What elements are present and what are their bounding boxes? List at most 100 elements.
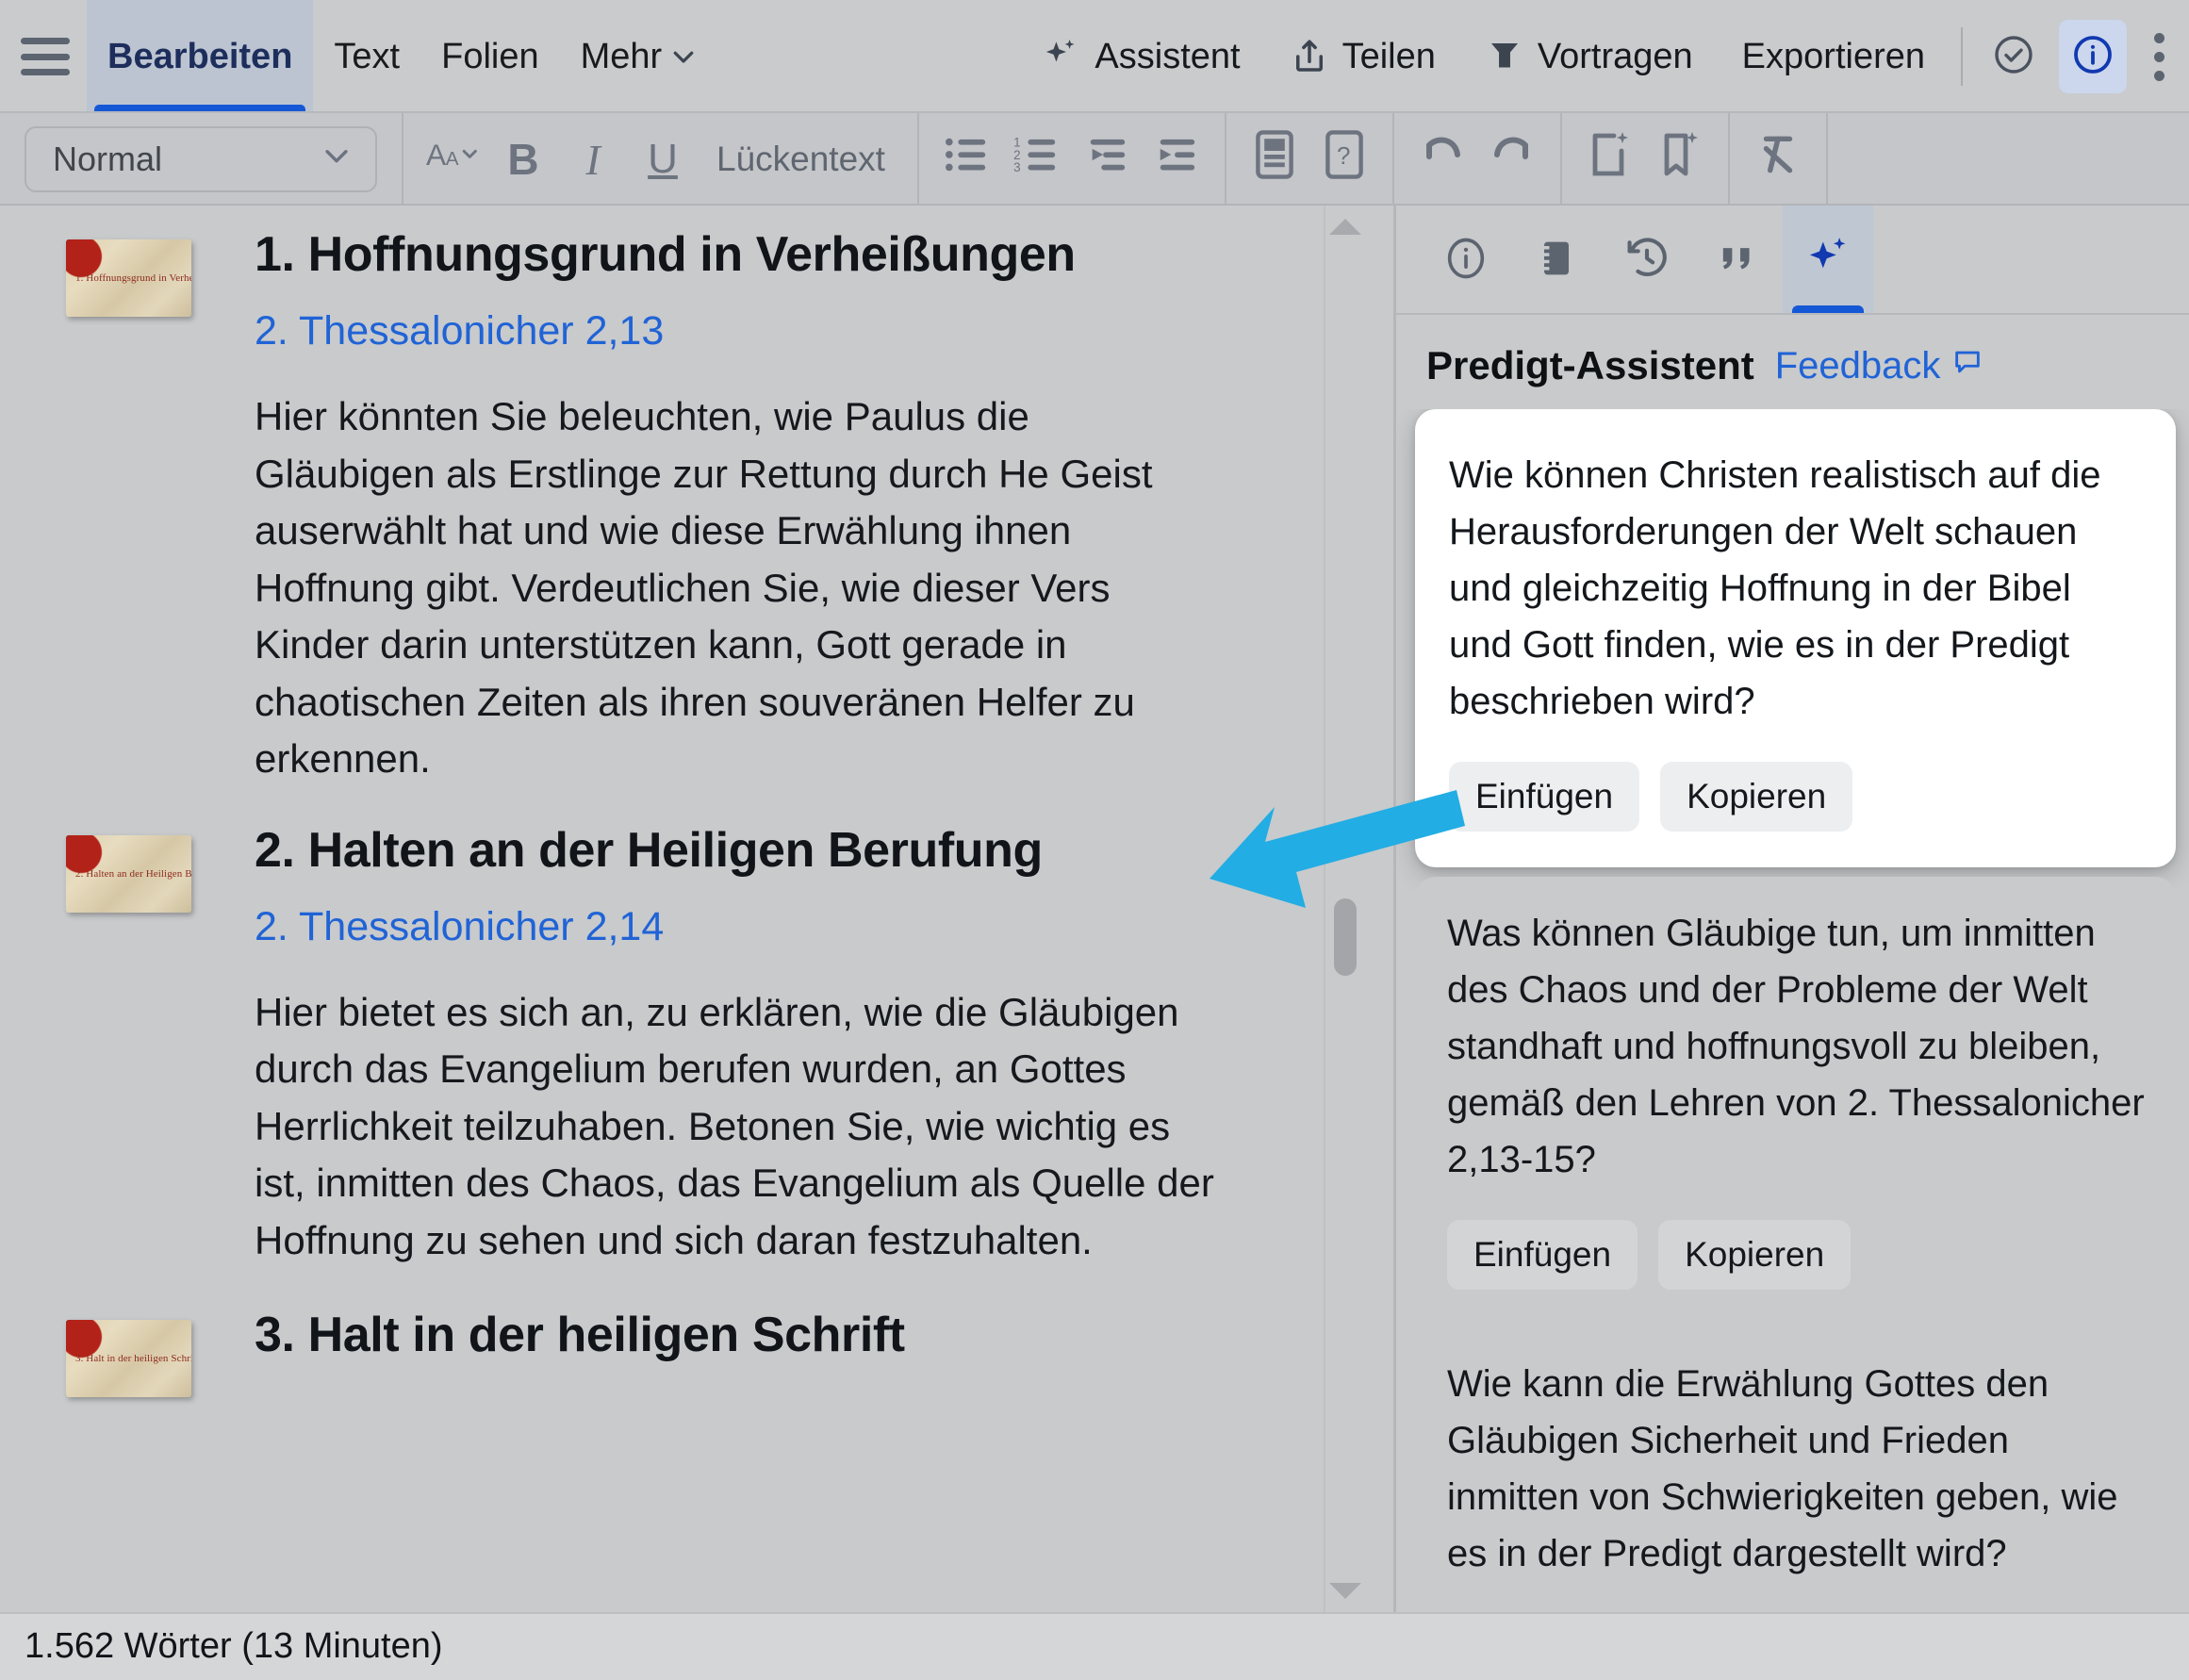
italic-button[interactable]: I bbox=[558, 113, 628, 206]
outdent-button[interactable] bbox=[1072, 113, 1142, 206]
check-circle-button[interactable] bbox=[1980, 20, 2048, 93]
tab-bearbeiten[interactable]: Bearbeiten bbox=[87, 0, 314, 113]
page-layout-button[interactable] bbox=[1240, 113, 1309, 206]
comment-icon bbox=[1951, 345, 1983, 387]
copy-button[interactable]: Kopieren bbox=[1660, 762, 1853, 832]
document-pane[interactable]: 1. Hoffnungsgrund in Verheißungen 1. Hof… bbox=[0, 206, 1393, 1612]
tab-mehr-label: Mehr bbox=[580, 36, 663, 76]
undo-icon bbox=[1418, 133, 1467, 186]
vortragen-button[interactable]: Vortragen bbox=[1460, 0, 1718, 113]
page-layout-icon bbox=[1253, 130, 1296, 189]
teilen-button[interactable]: Teilen bbox=[1265, 0, 1460, 113]
slide-thumbnail-caption: 3. Halt in der heiligen Schrift bbox=[75, 1353, 191, 1365]
suggestion-text: Wie können Christen realistisch auf die … bbox=[1449, 454, 2101, 722]
panel-tab-info[interactable] bbox=[1421, 206, 1511, 315]
underline-button[interactable]: U bbox=[628, 113, 698, 206]
info-button[interactable] bbox=[2059, 20, 2127, 93]
suggestion-card[interactable]: Wie können Christen realistisch auf die … bbox=[1415, 409, 2176, 867]
slide-thumbnail-wrap[interactable]: 2. Halten an der Heiligen Berufung bbox=[66, 822, 255, 913]
font-size-button[interactable]: A A bbox=[417, 113, 488, 206]
bold-button[interactable]: B bbox=[488, 113, 558, 206]
tab-folien[interactable]: Folien bbox=[420, 0, 560, 113]
document-scrollbar[interactable] bbox=[1324, 206, 1365, 1612]
suggestion-text: Wie kann die Erwählung Gottes den Gläubi… bbox=[1447, 1363, 2118, 1574]
document-content[interactable]: 1. Hoffnungsgrund in Verheißungen 1. Hof… bbox=[0, 206, 1393, 1398]
text-format-group: A A B I U Lückentext bbox=[403, 113, 917, 206]
document-section: 2. Halten an der Heiligen Berufung 2. Ha… bbox=[66, 822, 1356, 1270]
section-heading: 2. Halten an der Heiligen Berufung bbox=[255, 822, 1043, 878]
info-circle-icon bbox=[2070, 32, 2115, 82]
copy-button[interactable]: Kopieren bbox=[1658, 1220, 1852, 1290]
svg-text:?: ? bbox=[1337, 141, 1350, 170]
panel-header: Predigt-Assistent Feedback bbox=[1396, 315, 2189, 409]
section-heading: 1. Hoffnungsgrund in Verheißungen bbox=[255, 227, 1076, 282]
panel-tab-bar bbox=[1396, 206, 2189, 315]
history-group bbox=[1394, 113, 1560, 206]
assistent-button[interactable]: Assistent bbox=[1015, 0, 1264, 113]
lueckentext-button[interactable]: Lückentext bbox=[698, 113, 904, 206]
section-verse-reference[interactable]: 2. Thessalonicher 2,14 bbox=[255, 904, 1356, 950]
section-verse-reference[interactable]: 2. Thessalonicher 2,13 bbox=[255, 308, 1356, 354]
panel-tab-history[interactable] bbox=[1602, 206, 1692, 315]
numbered-list-button[interactable]: 1 2 3 bbox=[1002, 113, 1072, 206]
format-divider bbox=[1825, 113, 1828, 206]
tab-mehr[interactable]: Mehr bbox=[560, 0, 719, 113]
new-slide-ai-button[interactable] bbox=[1575, 113, 1645, 206]
section-body: 2. Halten an der Heiligen Berufung 2. Th… bbox=[255, 822, 1356, 1270]
outdent-icon bbox=[1083, 133, 1130, 186]
ai-insert-group bbox=[1562, 113, 1728, 206]
clear-formatting-button[interactable] bbox=[1743, 113, 1813, 206]
slide-thumbnail[interactable]: 1. Hoffnungsgrund in Verheißungen bbox=[66, 239, 191, 317]
font-size-icon: A A bbox=[426, 134, 479, 185]
suggestion-card[interactable]: Wie kann die Erwählung Gottes den Gläubi… bbox=[1415, 1327, 2176, 1612]
undo-button[interactable] bbox=[1407, 113, 1477, 206]
tab-text-label: Text bbox=[334, 36, 401, 76]
feedback-link[interactable]: Feedback bbox=[1775, 345, 1984, 387]
section-heading: 3. Halt in der heiligen Schrift bbox=[255, 1308, 905, 1363]
quote-icon bbox=[1713, 234, 1762, 288]
suggestion-card[interactable]: Was können Gläubige tun, um inmitten des… bbox=[1415, 877, 2176, 1318]
slide-thumbnail-wrap[interactable]: 3. Halt in der heiligen Schrift bbox=[66, 1307, 255, 1398]
insert-button[interactable]: Einfügen bbox=[1449, 762, 1640, 832]
sparkles-icon bbox=[1802, 233, 1853, 288]
svg-text:A: A bbox=[446, 148, 459, 170]
scroll-down-arrow-icon[interactable] bbox=[1329, 1583, 1361, 1599]
redo-button[interactable] bbox=[1477, 113, 1547, 206]
slide-thumbnail[interactable]: 2. Halten an der Heiligen Berufung bbox=[66, 834, 191, 913]
slide-thumbnail[interactable]: 3. Halt in der heiligen Schrift bbox=[66, 1320, 191, 1398]
exportieren-button[interactable]: Exportieren bbox=[1718, 0, 1950, 113]
section-body: 3. Halt in der heiligen Schrift bbox=[255, 1307, 1356, 1389]
bookmark-ai-button[interactable] bbox=[1645, 113, 1715, 206]
slide-thumbnail-wrap[interactable]: 1. Hoffnungsgrund in Verheißungen bbox=[66, 226, 255, 317]
more-vertical-icon[interactable] bbox=[2132, 0, 2185, 113]
bullet-list-button[interactable] bbox=[932, 113, 1002, 206]
underline-label: U bbox=[648, 136, 678, 182]
insert-button[interactable]: Einfügen bbox=[1447, 1220, 1638, 1290]
new-slide-ai-icon bbox=[1588, 130, 1633, 189]
indent-button[interactable] bbox=[1142, 113, 1211, 206]
app-window: Bearbeiten Text Folien Mehr Assistent Te… bbox=[0, 0, 2189, 1680]
clear-format-group bbox=[1730, 113, 1826, 206]
tab-text[interactable]: Text bbox=[313, 0, 420, 113]
section-paragraph[interactable]: Hier bietet es sich an, zu erklären, wie… bbox=[255, 984, 1226, 1269]
scrollbar-thumb[interactable] bbox=[1334, 898, 1357, 976]
panel-tab-assistant[interactable] bbox=[1783, 206, 1873, 315]
svg-text:3: 3 bbox=[1013, 160, 1020, 174]
scroll-up-arrow-icon[interactable] bbox=[1329, 219, 1361, 235]
suggestion-actions: Einfügen Kopieren bbox=[1449, 762, 2142, 832]
question-slide-button[interactable]: ? bbox=[1309, 113, 1379, 206]
panel-tab-notebook[interactable] bbox=[1511, 206, 1602, 315]
layout-group: ? bbox=[1226, 113, 1392, 206]
share-upload-icon bbox=[1290, 37, 1329, 76]
bullet-list-icon bbox=[944, 133, 991, 186]
main-body: 1. Hoffnungsgrund in Verheißungen 1. Hof… bbox=[0, 206, 2189, 1612]
top-toolbar: Bearbeiten Text Folien Mehr Assistent Te… bbox=[0, 0, 2189, 113]
slide-thumbnail-caption: 1. Hoffnungsgrund in Verheißungen bbox=[75, 272, 191, 284]
paragraph-style-select[interactable]: Normal bbox=[25, 126, 377, 192]
hamburger-menu-icon[interactable] bbox=[21, 38, 70, 75]
paragraph-style-value: Normal bbox=[53, 140, 163, 178]
section-paragraph[interactable]: Hier könnten Sie beleuchten, wie Paulus … bbox=[255, 388, 1207, 787]
present-icon bbox=[1485, 37, 1524, 76]
panel-tab-quotes[interactable] bbox=[1692, 206, 1783, 315]
assistent-label: Assistent bbox=[1094, 36, 1241, 76]
